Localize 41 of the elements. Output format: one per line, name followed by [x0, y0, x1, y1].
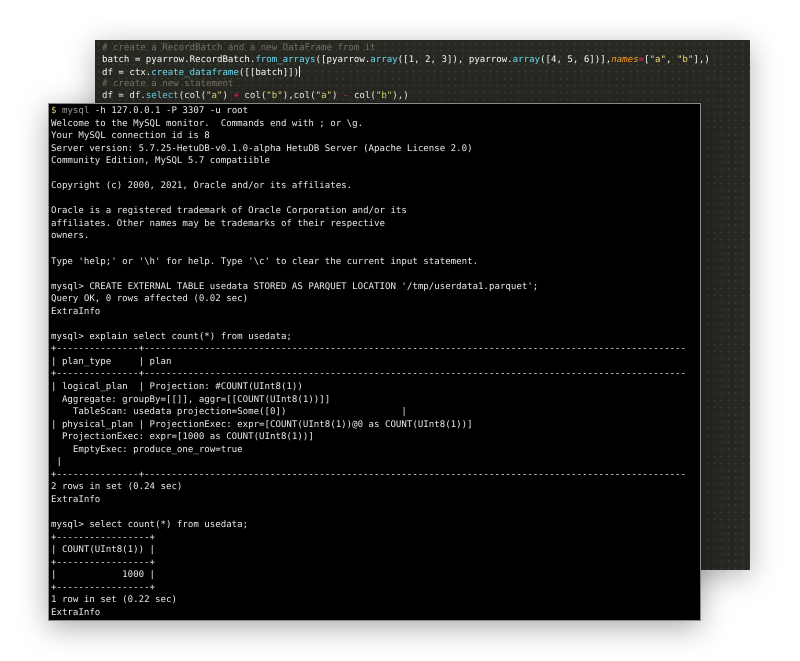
terminal-line: Welcome to the MySQL monitor. Commands end with ; or \g. [51, 118, 364, 130]
terminal-line: mysql> CREATE EXTERNAL TABLE usedata STORED AS PARQUET LOCATION '/tmp/userdata1.parquet'; [51, 280, 540, 294]
code-line: # create a RecordBatch and a new DataFrame from it [102, 42, 377, 54]
terminal-line: | plan_type | plan [51, 356, 172, 368]
terminal-line: | 1000 | [51, 569, 156, 582]
terminal-line: TableScan: usedata projection=Some([0]) | [72, 406, 408, 419]
terminal-line: | logical_plan | Projection: #COUNT(UInt8(1)) [51, 381, 304, 394]
terminal-line: mysql> select count(*) from usedata; [51, 519, 250, 532]
code-line: batch = pyarrow.RecordBatch.from_arrays([pyarrow.array([1, 2, 3]), pyarrow.array([4, 5, 6])],names=["a", "b"],) [102, 54, 711, 66]
terminal-line: 1 row in set (0.22 sec) [51, 594, 178, 607]
terminal-line: | COUNT(UInt8(1)) | [51, 544, 156, 557]
terminal-line: ExtraInfo [51, 606, 102, 620]
terminal-line: Community Edition, MySQL 5.7 compatiible [51, 155, 271, 168]
terminal-line: +-----------------+ [51, 532, 156, 544]
terminal-line: +---------------+--------------------------------------------------------------------------------------------------- [51, 343, 688, 356]
terminal-line: affiliates. Other names may be trademarks of their respective [51, 218, 386, 230]
terminal-line: EmptyExec: produce_one_row=true [72, 444, 244, 456]
terminal-line: ExtraInfo [51, 494, 102, 506]
terminal-line: Aggregate: groupBy=[[]], aggr=[[COUNT(UInt8(1))]] [60, 394, 332, 406]
terminal-line: +---------------+--------------------------------------------------------------------------------------------------- [51, 468, 688, 482]
terminal-line: Your MySQL connection id is 8 [51, 130, 211, 143]
terminal-line: $ mysql -h 127.0.0.1 -P 3307 -u root [51, 105, 250, 118]
terminal-line: | physical_plan | ProjectionExec: expr=[COUNT(UInt8(1))@0 as COUNT(UInt8(1))] [51, 418, 474, 432]
terminal-line: +-----------------+ [51, 582, 156, 594]
terminal-line: Query OK, 0 rows affected (0.02 sec) [51, 293, 250, 306]
code-line: df = df.select(col("a") + col("b"),col("a") - col("b"),) [102, 90, 410, 102]
code-line: # create a new statement [102, 78, 234, 90]
text-cursor [299, 66, 300, 77]
terminal-line: mysql> explain select count(*) from usedata; [51, 330, 293, 344]
terminal-line: ExtraInfo [51, 306, 102, 318]
terminal-line: +---------------+--------------------------------------------------------------------------------------------------- [51, 368, 688, 382]
terminal-line: ProjectionExec: expr=[1000 as COUNT(UInt8(1))] [60, 431, 315, 444]
terminal-line: owners. [51, 230, 90, 244]
terminal-line: +-----------------+ [51, 556, 156, 570]
code-line: df = ctx.create_dataframe([[batch]]) [102, 66, 302, 78]
terminal-line: 2 rows in set (0.24 sec) [51, 481, 184, 494]
terminal-line: Type 'help;' or '\h' for help. Type '\c' to clear the current input statement. [51, 256, 480, 268]
terminal-line: Server version: 5.7.25-HetuDB-v0.1.0-alpha HetuDB Server (Apache License 2.0) [51, 142, 474, 156]
terminal-line: Oracle is a registered trademark of Oracle Corporation and/or its [51, 205, 408, 218]
terminal-line: Copyright (c) 2000, 2021, Oracle and/or its affiliates. [51, 180, 354, 193]
terminal-line: | [55, 456, 63, 469]
